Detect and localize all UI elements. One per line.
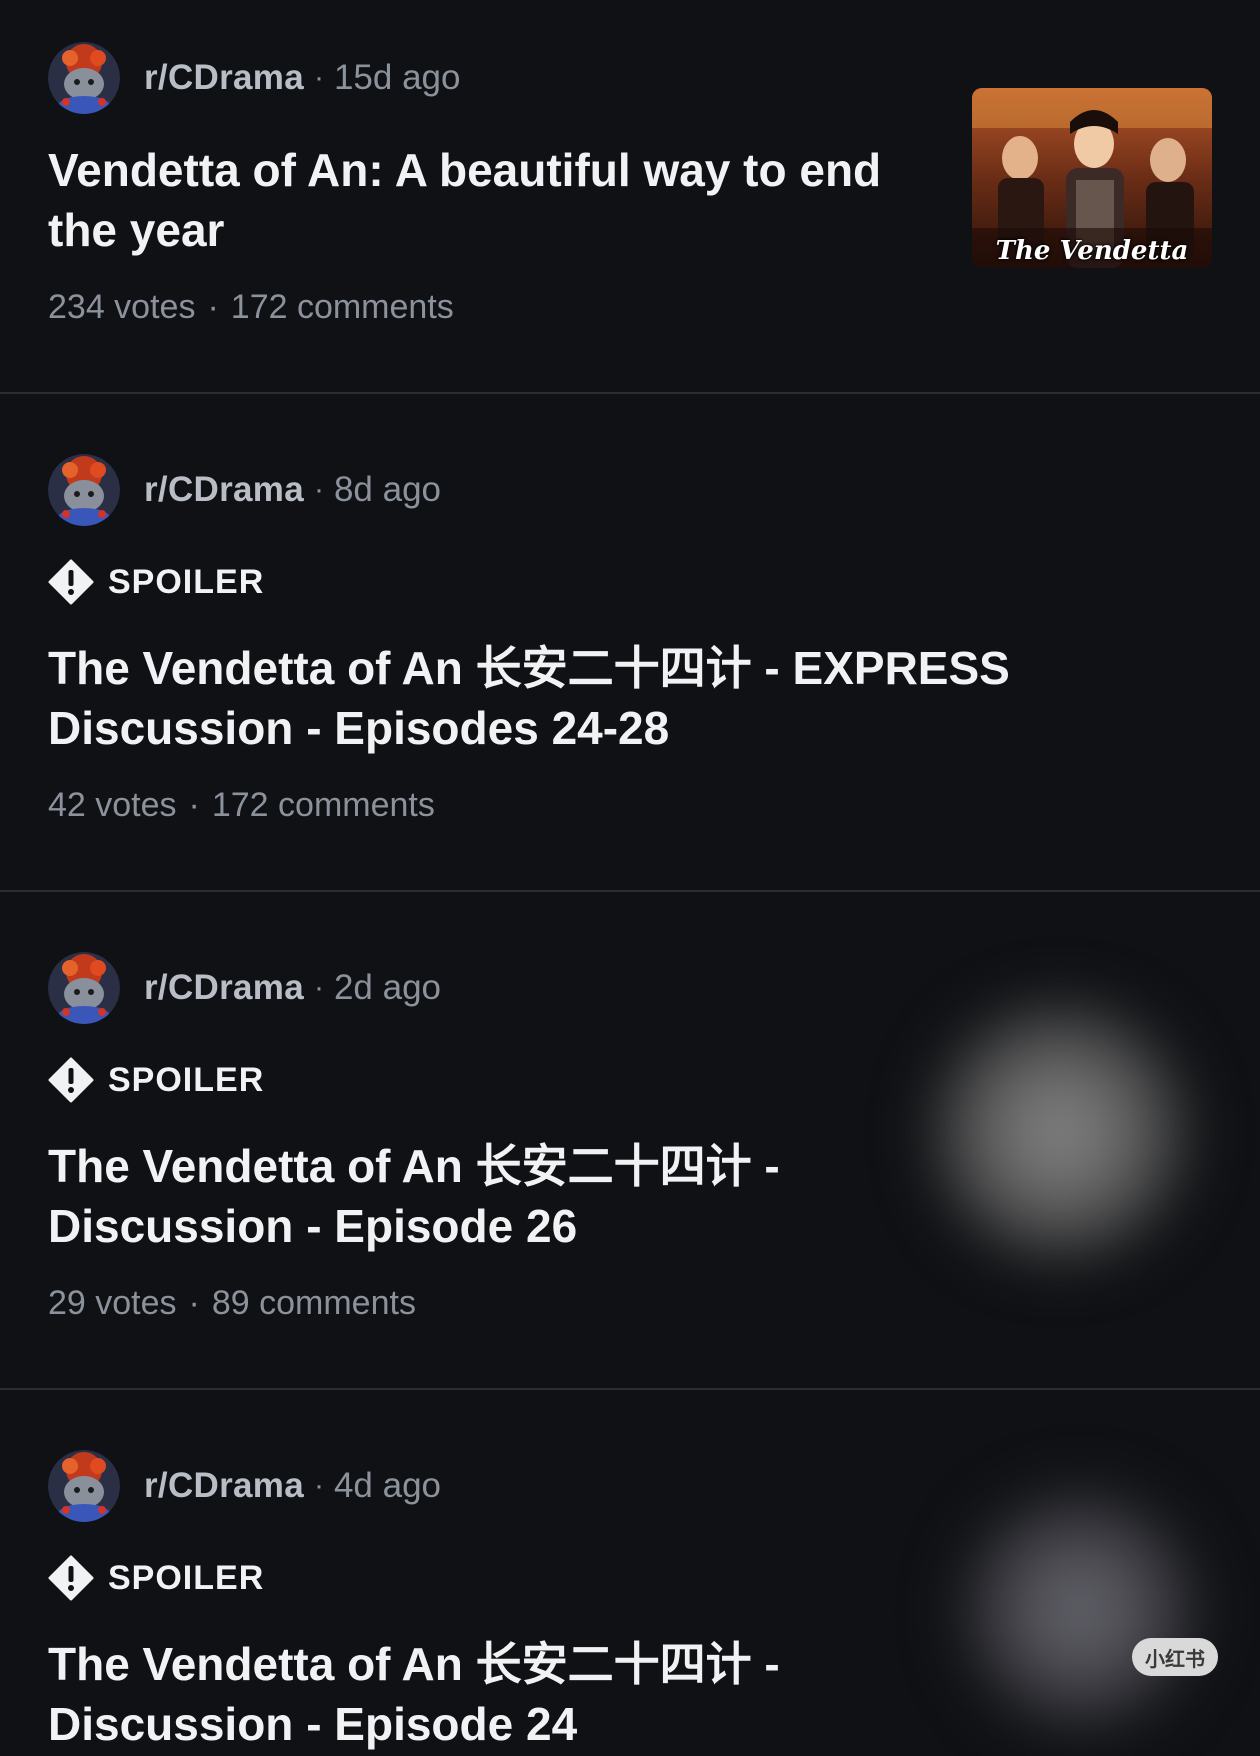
- blurred-spoiler-thumbnail[interactable]: [960, 1490, 1200, 1730]
- post-card[interactable]: r/CDrama · 15d ago Vendetta of An: A bea…: [0, 0, 1260, 394]
- post-meta: 42 votes · 172 comments: [48, 786, 435, 825]
- subreddit-name[interactable]: r/CDrama: [144, 470, 304, 510]
- header-separator: ·: [313, 61, 324, 94]
- spoiler-label: SPOILER: [108, 562, 265, 601]
- subreddit-avatar-icon[interactable]: [48, 952, 120, 1024]
- subreddit-name[interactable]: r/CDrama: [144, 968, 304, 1008]
- post-thumbnail[interactable]: The Vendetta: [972, 88, 1212, 268]
- post-title[interactable]: The Vendetta of An 长安二十四计 - Discussion -…: [48, 1136, 868, 1256]
- post-meta: 234 votes · 172 comments: [48, 288, 454, 327]
- meta-separator: ·: [188, 786, 200, 824]
- comment-count[interactable]: 172 comments: [231, 288, 454, 327]
- post-age: 8d ago: [333, 470, 442, 509]
- comment-count[interactable]: 172 comments: [212, 786, 435, 825]
- post-header: r/CDrama · 8d ago: [48, 454, 441, 526]
- spoiler-warning-icon: [48, 559, 94, 605]
- subreddit-name[interactable]: r/CDrama: [144, 58, 304, 98]
- spoiler-tag: SPOILER: [48, 558, 264, 606]
- post-card[interactable]: r/CDrama · 2d ago SPOILER The Vendetta o…: [0, 892, 1260, 1390]
- post-feed: r/CDrama · 15d ago Vendetta of An: A bea…: [0, 0, 1260, 1756]
- post-card[interactable]: r/CDrama · 4d ago SPOILER The Vendetta o…: [0, 1390, 1260, 1756]
- meta-separator: ·: [207, 288, 219, 326]
- spoiler-warning-icon: [48, 1555, 94, 1601]
- post-age: 2d ago: [333, 968, 442, 1007]
- spoiler-tag: SPOILER: [48, 1056, 264, 1104]
- post-header: r/CDrama · 4d ago: [48, 1450, 441, 1522]
- spoiler-label: SPOILER: [108, 1558, 265, 1597]
- subreddit-avatar-icon[interactable]: [48, 1450, 120, 1522]
- post-header: r/CDrama · 2d ago: [48, 952, 441, 1024]
- comment-count[interactable]: 89 comments: [212, 1284, 416, 1323]
- subreddit-avatar-icon[interactable]: [48, 454, 120, 526]
- vote-count: 42 votes: [48, 786, 177, 824]
- post-age: 15d ago: [333, 58, 461, 97]
- header-separator: ·: [313, 473, 324, 506]
- post-meta: 29 votes · 89 comments: [48, 1284, 416, 1323]
- post-age: 4d ago: [333, 1466, 442, 1505]
- spoiler-label: SPOILER: [108, 1060, 265, 1099]
- post-title[interactable]: The Vendetta of An 长安二十四计 - Discussion -…: [48, 1634, 868, 1754]
- header-separator: ·: [313, 1469, 324, 1502]
- post-title[interactable]: The Vendetta of An 长安二十四计 - EXPRESS Disc…: [48, 638, 1148, 758]
- header-separator: ·: [313, 971, 324, 1004]
- spoiler-tag: SPOILER: [48, 1554, 264, 1602]
- vote-count: 234 votes: [48, 288, 196, 326]
- meta-separator: ·: [188, 1284, 200, 1322]
- thumbnail-caption: The Vendetta: [995, 236, 1189, 266]
- subreddit-name[interactable]: r/CDrama: [144, 1466, 304, 1506]
- post-header: r/CDrama · 15d ago: [48, 42, 461, 114]
- vote-count: 29 votes: [48, 1284, 177, 1322]
- subreddit-avatar-icon[interactable]: [48, 42, 120, 114]
- post-card[interactable]: r/CDrama · 8d ago SPOILER The Vendetta o…: [0, 394, 1260, 892]
- blurred-spoiler-thumbnail[interactable]: [930, 1002, 1190, 1262]
- post-title[interactable]: Vendetta of An: A beautiful way to end t…: [48, 140, 928, 260]
- spoiler-warning-icon: [48, 1057, 94, 1103]
- watermark-badge: 小红书: [1132, 1638, 1218, 1676]
